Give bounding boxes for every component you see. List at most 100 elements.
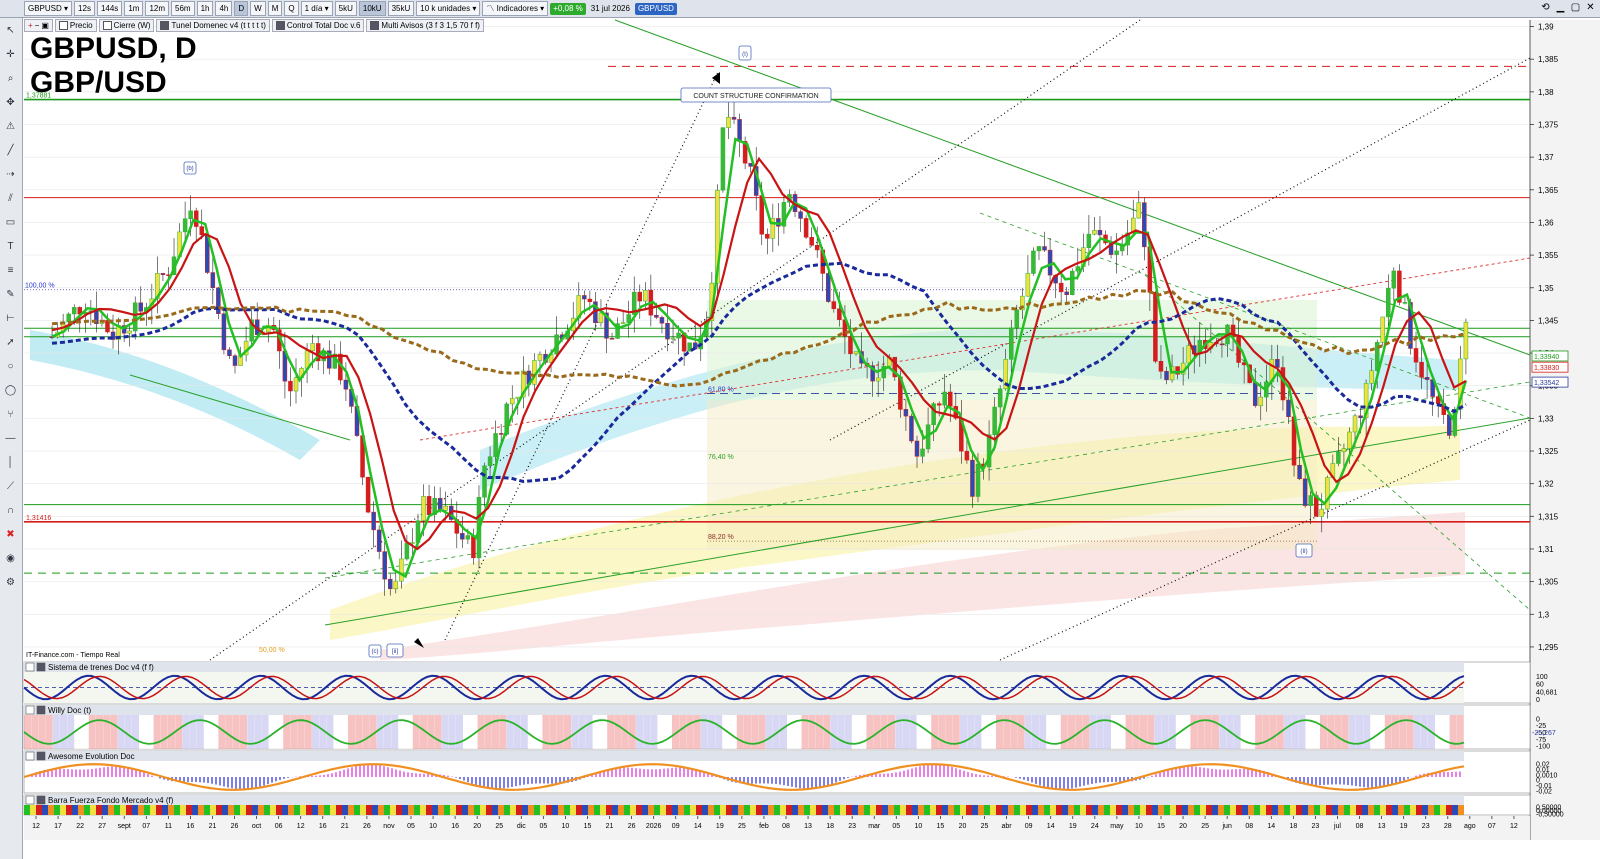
x-tick-label: 14 (1047, 823, 1055, 830)
indicators-button[interactable]: 〽 Indicadores ▾ (482, 1, 549, 16)
y-tick-label: 1,32 (1538, 480, 1554, 489)
interval-button-q[interactable]: Q (284, 1, 299, 16)
interval-button-56m[interactable]: 56m (171, 1, 195, 16)
panel-close-box[interactable] (25, 662, 35, 672)
alert-icon[interactable]: ⚠ (4, 120, 17, 133)
force-bar (462, 805, 468, 815)
ellipse-tool-icon[interactable]: ◯ (4, 384, 17, 397)
interval-button-d[interactable]: D (234, 1, 249, 16)
force-bar (1308, 805, 1314, 815)
close-icon[interactable]: ✕ (1585, 2, 1596, 13)
chart-canvas[interactable]: 1,295 1,3 1,305 1,31 1,315 1,32 1,325 1,33 1,335… (0, 0, 1600, 859)
pan-icon[interactable]: ✥ (4, 96, 17, 109)
magnet-icon[interactable]: ∩ (4, 504, 17, 517)
panel-checkbox[interactable] (36, 795, 46, 805)
candle (759, 195, 764, 235)
minimize-icon[interactable]: ▁ (1555, 2, 1566, 13)
add-icon[interactable]: + (28, 20, 33, 31)
fib-zone-yellow (707, 400, 1317, 550)
crosshair-icon[interactable]: ✛ (4, 48, 17, 61)
pitchfork-icon[interactable]: ⑂ (4, 408, 17, 421)
rect-tool-icon[interactable]: ▭ (4, 216, 17, 229)
panel-close-box[interactable] (25, 751, 35, 761)
delete-icon[interactable]: ✖ (4, 528, 17, 541)
vline-tool-icon[interactable]: │ (4, 456, 17, 469)
candle (997, 388, 1003, 408)
indicator-chip[interactable]: Multi Avisos (3 f 3 1,5 70 f f) (366, 19, 484, 32)
indicator-bar-tools[interactable]: + − ▣ (24, 19, 53, 32)
arrow-tool-icon[interactable]: ➚ (4, 336, 17, 349)
pencil-icon[interactable]: ✎ (4, 288, 17, 301)
indicator-chip[interactable]: Precio (54, 19, 97, 32)
force-bar (1254, 805, 1260, 815)
interval-button-12m[interactable]: 12m (145, 1, 169, 16)
line-tool-icon[interactable]: ╱ (4, 144, 17, 157)
willy-bar (1060, 715, 1068, 749)
fib-tool-icon[interactable]: ≡ (4, 264, 17, 277)
panel-checkbox[interactable] (36, 662, 46, 672)
ray-tool-icon[interactable]: ⇢ (4, 168, 17, 181)
cursor-icon[interactable]: ↖ (4, 24, 17, 37)
y-tick-label: 1,31 (1538, 545, 1554, 554)
y-tick-label: 1,3 (1538, 610, 1550, 619)
indicator-checkbox[interactable] (275, 21, 285, 30)
indicator-chip[interactable]: Tunel Domenec v4 (t t t t t) (156, 19, 270, 32)
trend-tool-icon[interactable]: ⟋ (4, 480, 17, 493)
interval-button-1h[interactable]: 1h (196, 1, 214, 16)
remove-icon[interactable]: − (35, 20, 40, 31)
force-bar (696, 805, 702, 815)
interval-button-12s[interactable]: 12s (74, 1, 95, 16)
x-tick-label: 22 (76, 823, 84, 830)
willy-bar (830, 715, 838, 749)
force-bar (450, 805, 456, 815)
interval-button-144s[interactable]: 144s (96, 1, 123, 16)
candle (227, 349, 232, 356)
interval-button-4h[interactable]: 4h (215, 1, 233, 16)
force-bar (402, 805, 408, 815)
indicator-checkbox[interactable] (58, 21, 68, 30)
force-bar (1218, 805, 1224, 815)
maximize-icon[interactable]: ▢ (1570, 2, 1581, 13)
force-bar (684, 805, 690, 815)
candle (1391, 270, 1397, 289)
lock-icon[interactable]: ▣ (41, 20, 49, 31)
text-tool-icon[interactable]: T (4, 240, 17, 253)
force-bar (78, 805, 84, 815)
refresh-icon[interactable]: ⟲ (1540, 2, 1551, 13)
circle-tool-icon[interactable]: ○ (4, 360, 17, 373)
settings-icon[interactable]: ⚙ (4, 576, 17, 589)
willy-value-tag: -25,267 (1532, 730, 1556, 737)
interval-button-1m[interactable]: 1m (124, 1, 144, 16)
symbol-selector[interactable]: GBPUSD ▾ (24, 1, 73, 16)
measure-icon[interactable]: ⊢ (4, 312, 17, 325)
price-tag-label: 1,33940 (1534, 354, 1559, 361)
eye-icon[interactable]: ◉ (4, 552, 17, 565)
hline-tool-icon[interactable]: ― (4, 432, 17, 445)
force-bar (348, 805, 354, 815)
zoom-icon[interactable]: ⌕ (4, 72, 17, 85)
indicator-checkbox[interactable] (102, 21, 112, 30)
y-tick-label: 1,36 (1538, 218, 1554, 227)
interval-button-m[interactable]: M (267, 1, 283, 16)
willy-bar (276, 715, 283, 749)
willy-bar (909, 715, 917, 749)
indicator-chip[interactable]: Cierre (W) (98, 19, 155, 32)
period-selector[interactable]: 1 día ▾ (300, 1, 333, 16)
panel-close-box[interactable] (25, 795, 35, 805)
sub-y-tick-label: 60 (1536, 682, 1544, 689)
units-selector[interactable]: 10 k unidades ▾ (416, 1, 481, 16)
indicator-checkbox[interactable] (160, 21, 170, 30)
force-bar (738, 805, 744, 815)
indicator-checkbox[interactable] (370, 21, 380, 30)
panel-close-box[interactable] (25, 705, 35, 715)
panel-checkbox[interactable] (36, 705, 46, 715)
panel-checkbox[interactable] (36, 751, 46, 761)
unit-button-5ku[interactable]: 5kU (334, 1, 357, 16)
force-bar (1194, 805, 1200, 815)
interval-button-w[interactable]: W (250, 1, 266, 16)
unit-button-10ku[interactable]: 10kU (358, 1, 386, 16)
channel-tool-icon[interactable]: ⫽ (4, 192, 17, 205)
candle (410, 542, 415, 544)
indicator-chip[interactable]: Control Total Doc v.6 (271, 19, 365, 32)
unit-button-35ku[interactable]: 35kU (387, 1, 415, 16)
